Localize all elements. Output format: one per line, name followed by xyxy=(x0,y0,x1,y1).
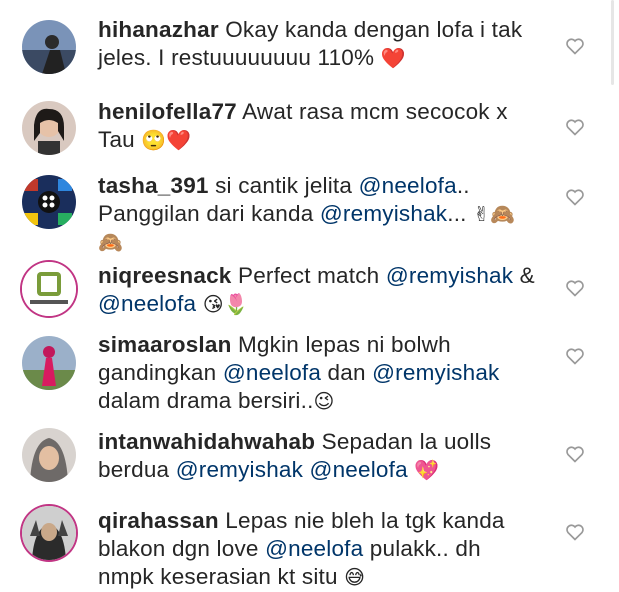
avatar[interactable] xyxy=(22,428,76,482)
comment-username[interactable]: qirahassan xyxy=(98,508,219,533)
comment-username[interactable]: tasha_391 xyxy=(98,173,209,198)
comment-body: Perfect match xyxy=(237,263,386,288)
mention-link[interactable]: @neelofa xyxy=(223,360,321,385)
comment-text: intanwahidahwahab Sepadan la uolls berdu… xyxy=(98,428,538,484)
comment-text: henilofella77 Awat rasa mcm secocok x Ta… xyxy=(98,98,538,154)
comment-emoji: 😉 xyxy=(313,391,335,413)
mention-link[interactable]: @remyishak xyxy=(320,201,447,226)
comment-username[interactable]: intanwahidahwahab xyxy=(98,429,315,454)
like-heart-icon[interactable] xyxy=(565,117,585,137)
mention-link[interactable]: @remyishak xyxy=(176,457,303,482)
comment-body: si cantik jelita xyxy=(215,173,359,198)
scrollbar[interactable] xyxy=(611,0,614,85)
like-heart-icon[interactable] xyxy=(565,36,585,56)
like-heart-icon[interactable] xyxy=(565,278,585,298)
comment-emoji: 😘🌷 xyxy=(202,294,249,316)
comment-body: & xyxy=(513,263,535,288)
comment-emoji: 😅 xyxy=(344,567,366,589)
avatar[interactable] xyxy=(22,20,76,74)
like-heart-icon[interactable] xyxy=(565,444,585,464)
mention-link[interactable]: @remyishak xyxy=(386,263,513,288)
avatar[interactable] xyxy=(22,175,76,229)
comment-text: qirahassan Lepas nie bleh la tgk kanda b… xyxy=(98,507,538,591)
comment-username[interactable]: hihanazhar xyxy=(98,17,219,42)
comment-emoji: 🙄❤️ xyxy=(141,130,192,152)
mention-link[interactable]: @remyishak xyxy=(372,360,499,385)
mention-link[interactable]: @neelofa xyxy=(265,536,363,561)
comment-text: niqreesnack Perfect match @remyishak & @… xyxy=(98,262,538,318)
comment-body: dan xyxy=(321,360,373,385)
mention-link[interactable]: @neelofa xyxy=(359,173,457,198)
like-heart-icon[interactable] xyxy=(565,187,585,207)
comment-text: simaaroslan Mgkin lepas ni bolwh ganding… xyxy=(98,331,538,415)
comment-emoji: ❤️ xyxy=(380,48,406,70)
avatar[interactable] xyxy=(22,262,76,316)
comment-body: ... xyxy=(447,201,467,226)
comment-emoji: 💖 xyxy=(414,460,440,482)
comment-text: tasha_391 si cantik jelita @neelofa.. Pa… xyxy=(98,172,538,256)
avatar[interactable] xyxy=(22,336,76,390)
like-heart-icon[interactable] xyxy=(565,522,585,542)
like-heart-icon[interactable] xyxy=(565,346,585,366)
avatar[interactable] xyxy=(22,506,76,560)
comment-username[interactable]: simaaroslan xyxy=(98,332,232,357)
mention-link[interactable]: @neelofa xyxy=(310,457,408,482)
avatar[interactable] xyxy=(22,101,76,155)
comment-text: hihanazhar Okay kanda dengan lofa i tak … xyxy=(98,16,538,72)
mention-link[interactable]: @neelofa xyxy=(98,291,196,316)
comment-username[interactable]: henilofella77 xyxy=(98,99,237,124)
comment-body: dalam drama bersiri.. xyxy=(98,388,314,413)
comment-username[interactable]: niqreesnack xyxy=(98,263,232,288)
